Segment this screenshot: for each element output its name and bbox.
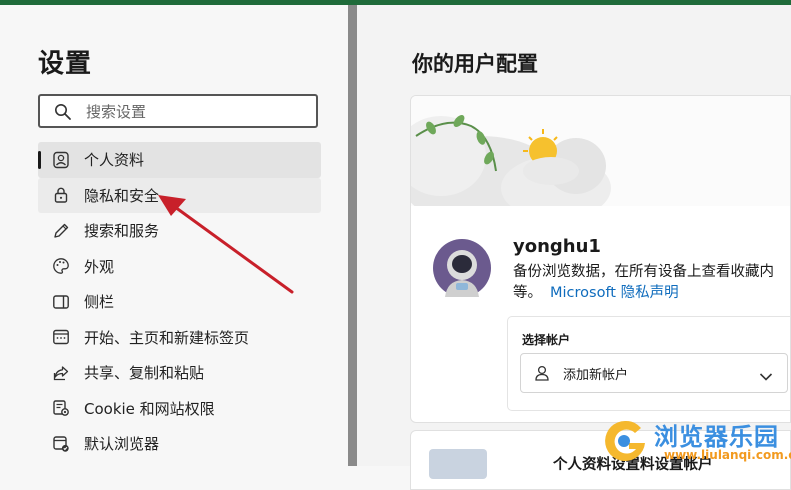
sidebar-item-label: 个人资料 [84,151,145,170]
profile-description-line1: 备份浏览数据，在所有设备上查看收藏内 [513,264,774,280]
sidebar-item-sidebar[interactable]: 侧栏 [38,284,321,320]
lock-icon [51,185,71,205]
search-input[interactable] [84,101,308,123]
sidebar-item-default-browser[interactable]: 默认浏览器 [38,426,321,462]
sidebar-item-cookies-permissions[interactable]: Cookie 和网站权限 [38,391,321,427]
sidebar-item-label: Cookie 和网站权限 [84,399,215,418]
sidebar-item-start-home-newtab[interactable]: 开始、主页和新建标签页 [38,320,321,356]
share-icon [51,363,71,383]
watermark-url: www.liulanqi.com.cn [664,448,791,462]
watermark: 浏览器乐园 www.liulanqi.com.cn [602,413,791,466]
sidebar-item-search-services[interactable]: 搜索和服务 [38,213,321,249]
sidebar-item-appearance[interactable]: 外观 [38,249,321,285]
avatar[interactable] [433,239,491,297]
chevron-down-icon [759,367,773,386]
palette-icon [51,256,71,276]
account-select-value: 添加新帐户 [563,368,629,383]
settings-sidebar: 设置 个人资料 隐私和安全 搜索和服务 [0,5,348,466]
sidebar-item-label: 外观 [84,257,115,276]
account-chooser-panel: 选择帐户 添加新帐户 [507,316,790,411]
page-title: 你的用户配置 [412,52,538,76]
sidebar-item-privacy[interactable]: 隐私和安全 [38,177,321,213]
profile-description: 备份浏览数据，在所有设备上查看收藏内 等。 Microsoft 隐私声明 [513,262,790,304]
default-browser-icon [51,434,71,454]
person-icon [533,364,551,386]
account-select[interactable]: 添加新帐户 [520,353,788,393]
main-content: 你的用户配置 yonghu1 备份浏览数据，在所有设备上查看收藏内 等。 Mic… [357,5,791,490]
profile-description-line2-text: 等。 [513,285,542,301]
sidebar-item-label: 共享、复制和粘贴 [84,364,205,383]
sidebar-item-label: 开始、主页和新建标签页 [84,328,250,347]
sidebar-item-label: 默认浏览器 [84,435,160,454]
pen-icon [51,221,71,241]
settings-title: 设置 [38,49,93,79]
profile-username: yonghu1 [513,236,601,257]
profile-settings-thumbnail [429,449,487,479]
sidebar-item-label: 搜索和服务 [84,222,160,241]
search-box[interactable] [38,94,318,128]
profile-card: yonghu1 备份浏览数据，在所有设备上查看收藏内 等。 Microsoft 隐… [410,95,791,423]
sidebar-item-profile[interactable]: 个人资料 [38,142,321,178]
account-section-label: 选择帐户 [522,333,571,347]
privacy-statement-link[interactable]: Microsoft 隐私声明 [550,285,679,301]
profile-banner-illustration [411,96,790,226]
search-icon [54,103,72,125]
site-permissions-icon [51,398,71,418]
sidebar-item-label: 隐私和安全 [84,186,160,205]
sidebar-icon [51,292,71,312]
profile-icon [51,150,71,170]
active-indicator [38,151,41,169]
settings-nav: 个人资料 隐私和安全 搜索和服务 外观 侧栏 开始、主页和新建标签页 共享、复制… [38,142,321,462]
sidebar-item-label: 侧栏 [84,293,115,312]
home-tab-icon [51,327,71,347]
sidebar-item-share-copy-paste[interactable]: 共享、复制和粘贴 [38,355,321,391]
pane-divider[interactable] [348,5,357,466]
watermark-logo-icon [605,420,645,461]
watermark-brand: 浏览器乐园 [654,423,779,451]
profile-description-line2: 等。 Microsoft 隐私声明 [513,283,790,304]
